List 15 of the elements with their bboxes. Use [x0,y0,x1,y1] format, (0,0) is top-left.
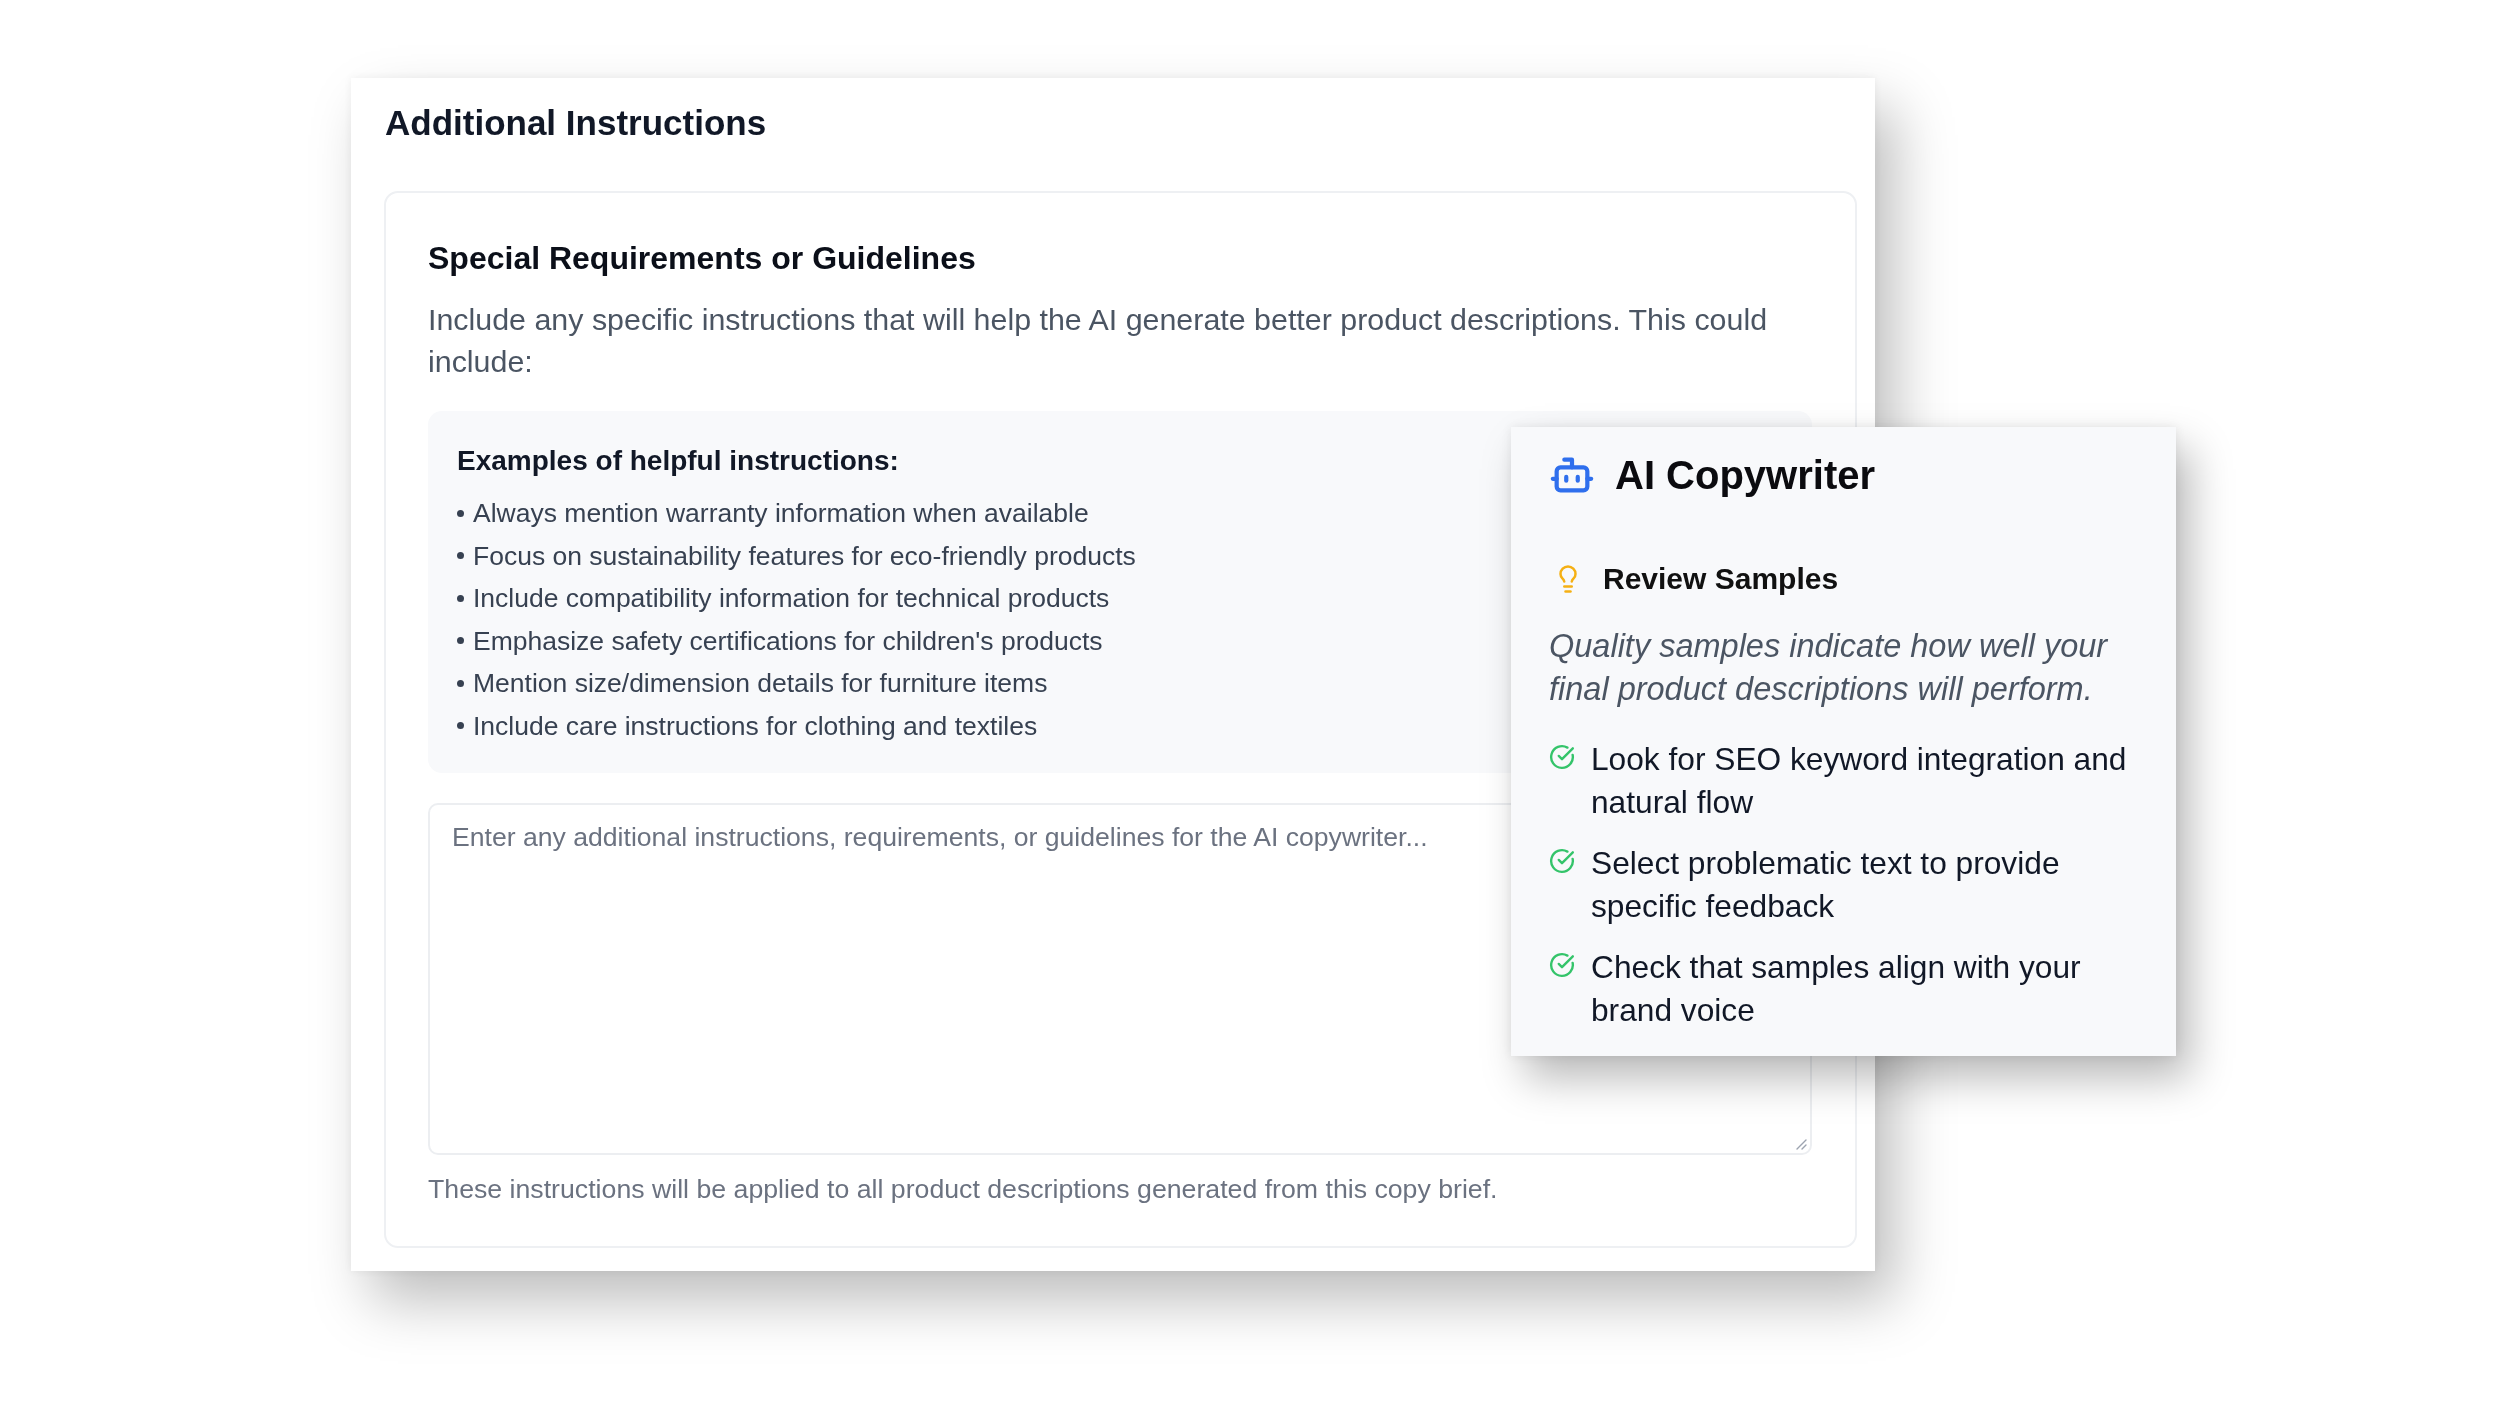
popup-title: AI Copywriter [1615,452,1876,499]
section-heading: Special Requirements or Guidelines [428,239,976,278]
example-item: Include care instructions for clothing and textiles [473,709,1038,743]
panel-title: Additional Instructions [385,102,767,144]
placeholder-text: Enter any additional instructions, requirements, or guidelines for the AI copywriter... [452,822,1428,852]
section-description: Include any specific instructions that will help the AI generate better product descriptions. This could include: [428,301,1769,380]
tip-heading: Review Samples [1603,561,1839,597]
example-item: Include compatibility information for technical products [473,582,1110,616]
example-item: Always mention warranty information when available [473,497,1089,531]
example-item: Mention size/dimension details for furniture items [473,667,1048,701]
example-item: Focus on sustainability features for eco-friendly products [473,539,1136,573]
help-text: These instructions will be applied to all product descriptions generated from this copy brief. [428,1173,1498,1206]
examples-heading: Examples of helpful instructions: [457,444,899,478]
tip-text: Quality samples indicate how well your final product descriptions will perform. [1549,627,2109,709]
example-item: Emphasize safety certifications for children's products [473,624,1103,658]
